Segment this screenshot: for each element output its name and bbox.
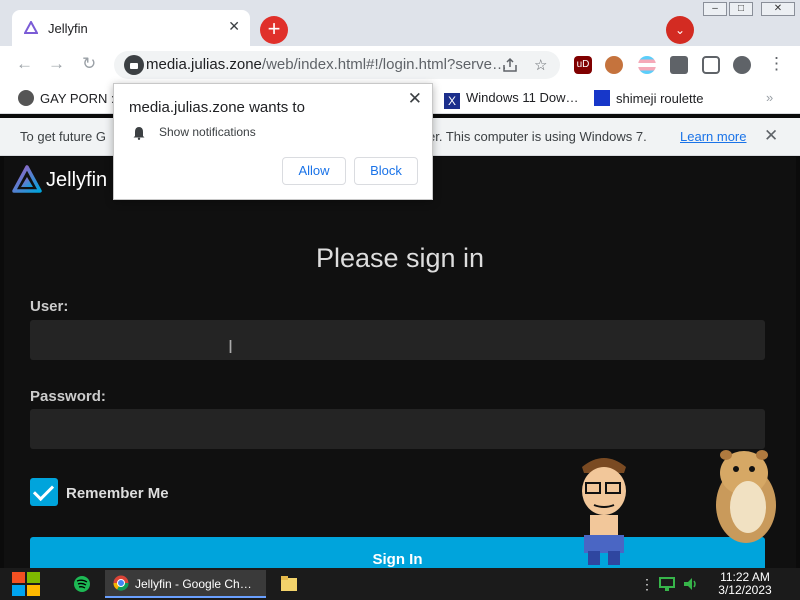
tab-jellyfin[interactable]: Jellyfin ✕ (12, 10, 250, 46)
browser-toolbar: ← → ↻ media.julias.zone/web/index.html#!… (0, 46, 800, 84)
new-tab-button[interactable]: + (260, 16, 288, 44)
dialog-close-icon[interactable]: ✕ (408, 89, 422, 109)
x-favicon-icon: X (444, 93, 460, 109)
forward-button[interactable]: → (48, 54, 65, 74)
hamster-shimeji-icon[interactable] (704, 445, 784, 545)
ublock-extension-icon[interactable]: uD (574, 56, 592, 74)
bookmark-item[interactable]: GAY PORN : (18, 90, 115, 106)
maximize-button[interactable]: □ (729, 2, 753, 16)
learn-more-link[interactable]: Learn more (680, 129, 746, 144)
file-explorer-taskbar-icon[interactable] (280, 570, 298, 598)
lock-icon[interactable] (124, 55, 144, 75)
bookmark-favicon-icon (18, 90, 34, 106)
remember-me-checkbox[interactable] (30, 478, 58, 506)
chrome-menu-icon[interactable]: ⋮ (768, 54, 785, 74)
allow-button[interactable]: Allow (282, 157, 346, 185)
infobar-text-right: er. This computer is using Windows 7. (428, 129, 647, 144)
taskbar-chrome-label: Jellyfin - Google Ch… (135, 577, 252, 591)
minimize-button[interactable]: – (703, 2, 727, 16)
notification-permission-dialog: media.julias.zone wants to ✕ Show notifi… (113, 83, 433, 200)
profile-avatar-icon[interactable] (733, 56, 751, 74)
jellyfin-favicon-icon (24, 21, 38, 34)
bookmark-item[interactable]: X Windows 11 Dow… (444, 90, 578, 109)
share-icon[interactable] (502, 57, 518, 73)
url-text: media.julias.zone/web/index.html#!/login… (146, 56, 508, 73)
tab-search-button[interactable]: ⌄ (666, 16, 694, 44)
page-title: Please sign in (315, 243, 485, 273)
browser-titlebar: Jellyfin ✕ + ⌄ – □ ✕ (0, 0, 800, 46)
user-label: User: (30, 298, 69, 315)
side-panel-icon[interactable] (702, 56, 720, 74)
bell-icon (133, 127, 145, 140)
password-label: Password: (30, 388, 106, 405)
bookmarks-overflow-icon[interactable]: » (766, 90, 773, 105)
tab-title: Jellyfin (48, 21, 88, 36)
infobar-text-left: To get future G (20, 129, 106, 144)
windows-taskbar: Jellyfin - Google Ch… ⋮ 11:22 AM 3/12/20… (0, 568, 800, 600)
taskbar-chrome-button[interactable]: Jellyfin - Google Ch… (105, 570, 266, 598)
spotify-taskbar-icon[interactable] (72, 570, 92, 598)
bookmark-item[interactable]: shimeji roulette (594, 90, 703, 106)
windows-start-icon[interactable] (10, 570, 42, 598)
clock-date: 3/12/2023 (718, 583, 772, 597)
jellyfin-brand[interactable]: Jellyfin (46, 169, 107, 192)
system-clock[interactable]: 11:22 AM 3/12/2023 (710, 571, 780, 597)
jellyfin-page: Jellyfin Please sign in User: I Password… (4, 157, 796, 568)
infobar-close-icon[interactable]: ✕ (764, 126, 778, 146)
flag-extension-icon[interactable] (638, 56, 656, 74)
chrome-icon (113, 575, 129, 591)
password-input[interactable] (30, 409, 765, 449)
extensions-puzzle-icon[interactable] (670, 56, 688, 74)
tray-overflow-icon[interactable]: ⋮ (640, 576, 654, 593)
network-icon[interactable] (658, 576, 676, 592)
tab-close-icon[interactable]: ✕ (228, 18, 240, 35)
user-input[interactable] (30, 320, 765, 360)
dialog-title: media.julias.zone wants to (129, 99, 305, 116)
remember-me-label[interactable]: Remember Me (66, 485, 169, 502)
window-close-button[interactable]: ✕ (761, 2, 795, 16)
volume-icon[interactable] (682, 576, 700, 592)
text-cursor-icon: I (228, 337, 234, 357)
back-button[interactable]: ← (16, 54, 33, 74)
profile-extension-icon[interactable] (605, 56, 623, 74)
cartoon-man-shimeji-icon[interactable] (572, 453, 636, 568)
address-bar[interactable]: media.julias.zone/web/index.html#!/login… (114, 51, 560, 79)
permission-text: Show notifications (159, 125, 256, 139)
shimeji-favicon-icon (594, 90, 610, 106)
reload-button[interactable]: ↻ (82, 54, 96, 74)
jellyfin-logo-icon[interactable] (12, 165, 42, 195)
sign-in-button[interactable]: Sign In (30, 537, 765, 568)
block-button[interactable]: Block (354, 157, 418, 185)
bookmark-star-icon[interactable]: ☆ (534, 56, 547, 74)
